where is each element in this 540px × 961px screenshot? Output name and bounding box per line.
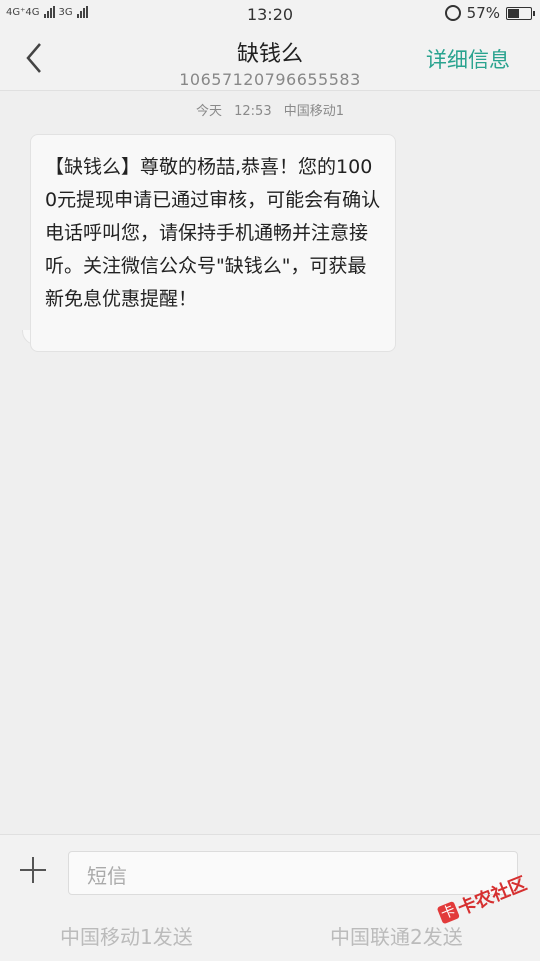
send-sim1-button[interactable]: 中国移动1发送: [60, 921, 193, 950]
battery-percent: 57%: [466, 4, 500, 22]
message-carrier: 中国移动1: [283, 104, 345, 119]
details-button[interactable]: 详细信息: [426, 44, 510, 74]
message-text: 【缺钱么】尊敬的杨喆,恭喜！您的1000元提现申请已通过审核，可能会有确认电话呼…: [45, 156, 381, 310]
message-time: 12:53: [234, 104, 272, 119]
status-bar: 4G⁺4G 3G 13:20 57%: [0, 0, 540, 28]
add-attachment-button[interactable]: [16, 853, 50, 887]
message-bubble[interactable]: 【缺钱么】尊敬的杨喆,恭喜！您的1000元提现申请已通过审核，可能会有确认电话呼…: [30, 134, 396, 352]
message-meta: 今天 12:53 中国移动1: [0, 100, 540, 119]
conversation-header: 缺钱么 10657120796655583 详细信息: [0, 28, 540, 91]
alarm-icon: [444, 5, 461, 21]
battery-icon: [506, 6, 535, 20]
message-input[interactable]: 短信: [68, 851, 518, 895]
status-right: 57%: [444, 4, 535, 22]
message-day: 今天: [195, 104, 222, 119]
